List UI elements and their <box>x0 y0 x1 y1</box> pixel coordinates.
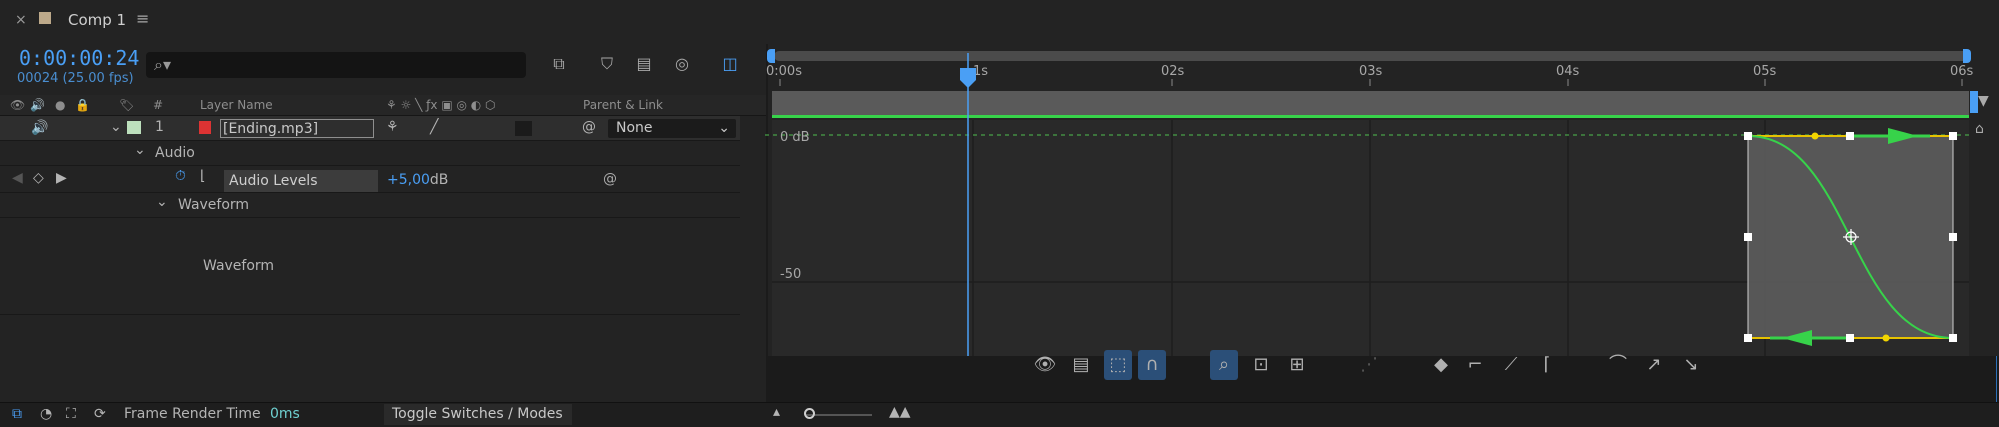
graph-label-top: 0 dB <box>780 130 810 145</box>
toggle-switches-modes-button[interactable]: Toggle Switches / Modes <box>384 404 572 425</box>
status-bar: ⧉ ◔ ⛶ ⟳ Frame Render Time 0ms Toggle Swi… <box>0 402 1999 427</box>
fit-selection-icon[interactable]: ⊡ <box>1247 350 1275 380</box>
frame-render-label: Frame Render Time <box>124 406 261 422</box>
zoom-slider-thumb[interactable] <box>804 408 815 419</box>
bezier-handle-bottom <box>1882 334 1890 342</box>
snap-icon[interactable]: ∩ <box>1138 350 1166 380</box>
current-time-indicator-head <box>960 68 976 88</box>
easy-ease-out-icon[interactable]: ↘ <box>1677 350 1705 380</box>
hold-keyframe-icon[interactable]: ⌐ <box>1461 350 1489 380</box>
transform-box-toggle-icon[interactable]: ⬚ <box>1104 350 1132 380</box>
zoom-slider-track[interactable] <box>806 414 872 416</box>
zoom-in-icon[interactable]: ▲▲ <box>889 404 911 420</box>
fit-all-graphs-icon[interactable]: ⊞ <box>1283 350 1311 380</box>
easy-ease-in-icon[interactable]: ↗ <box>1640 350 1668 380</box>
graph-options-menu-icon[interactable]: ▤ <box>1067 350 1095 380</box>
easy-ease-icon[interactable]: ⌒ <box>1604 350 1632 380</box>
render-time-toggle-icon[interactable]: ◔ <box>40 406 52 422</box>
edit-keyframe-icon[interactable]: ◆ <box>1427 350 1455 380</box>
frame-render-value: 0ms <box>270 406 300 422</box>
separate-dimensions-icon[interactable]: ⋰ <box>1355 350 1383 380</box>
auto-bezier-icon[interactable]: ⌈ <box>1533 350 1561 380</box>
auto-zoom-height-icon[interactable]: ⌕ <box>1210 350 1238 380</box>
show-properties-icon[interactable]: 👁 <box>1031 350 1059 380</box>
bezier-handle-top <box>1811 132 1819 140</box>
in-out-toggle-icon[interactable]: ⛶ <box>66 406 76 422</box>
zoom-out-icon[interactable]: ▴ <box>773 404 780 420</box>
comp-flowchart-icon[interactable]: ⧉ <box>12 406 22 422</box>
ruler-ticks <box>779 79 1963 86</box>
stretch-toggle-icon[interactable]: ⟳ <box>94 406 106 422</box>
graph-label-mid: -50 <box>780 267 802 282</box>
linear-keyframe-icon[interactable]: ⟋ <box>1497 350 1525 380</box>
